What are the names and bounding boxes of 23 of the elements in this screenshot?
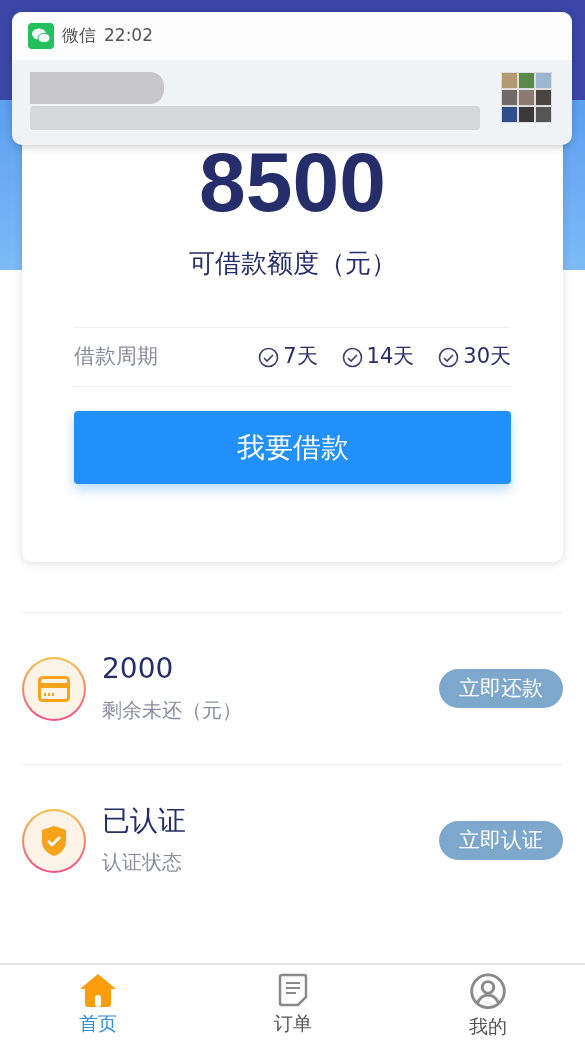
notification-time: 22:02 [104, 24, 153, 48]
chat-app-icon [28, 23, 54, 49]
check-circle-icon [341, 346, 363, 368]
credit-amount-label: 可借款额度（元） [187, 247, 398, 280]
period-option[interactable]: 14天 [366, 341, 415, 373]
period-label: 借款周期 [74, 343, 158, 371]
item-value: 2000 [102, 651, 175, 686]
user-icon [468, 973, 507, 1010]
period-option[interactable]: 7天 [283, 341, 318, 373]
credit-amount: 8500 [198, 140, 387, 224]
tab-item[interactable]: 我的 [390, 965, 585, 1040]
check-circle-icon [258, 346, 280, 368]
card-icon [38, 675, 70, 702]
period-option[interactable]: 30天 [463, 341, 511, 373]
notification-app-name: 微信 [62, 24, 96, 48]
item-value: 已认证 [102, 803, 187, 838]
tab-item[interactable]: 订单 [195, 965, 390, 1040]
item-caption: 剩余未还（元） [102, 697, 243, 725]
document-icon [277, 973, 308, 1007]
home-icon [78, 973, 117, 1007]
check-circle-icon [438, 346, 460, 368]
shield-check-icon [41, 824, 67, 857]
item-caption: 认证状态 [102, 849, 183, 877]
